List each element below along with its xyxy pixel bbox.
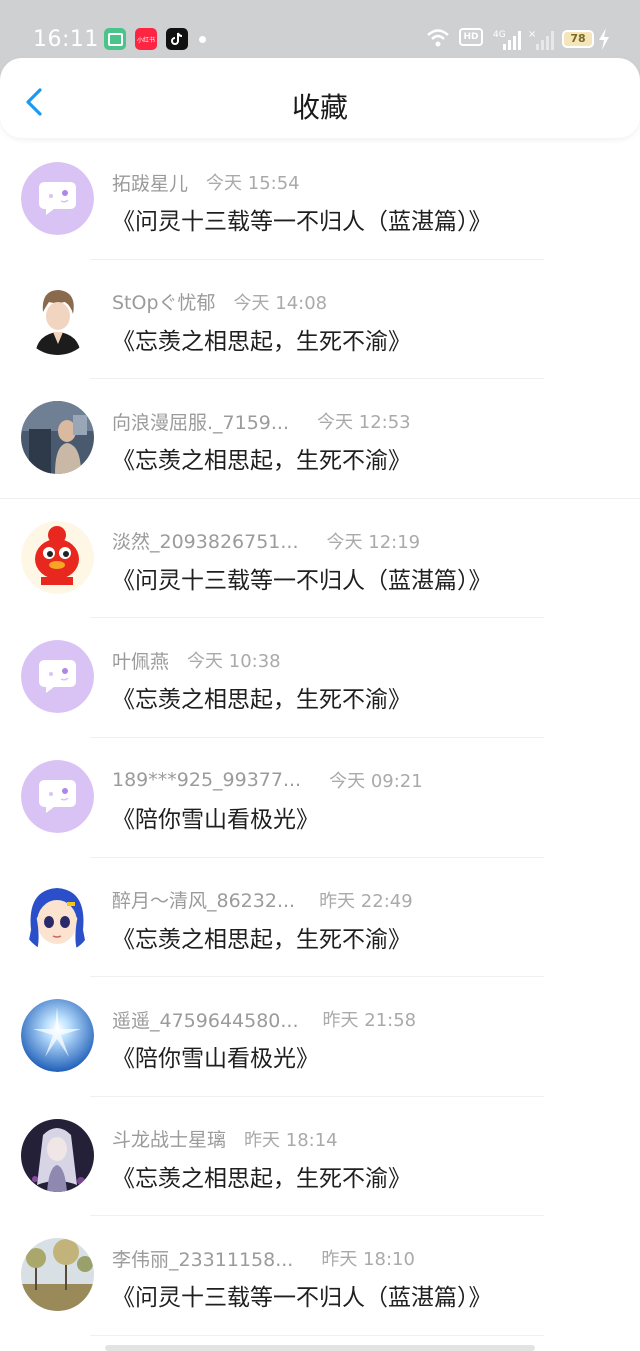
timestamp: 今天 10:38 bbox=[187, 651, 281, 673]
divider bbox=[90, 1334, 544, 1336]
status-time: 16:11 bbox=[33, 27, 99, 52]
favorites-screen: 16:11 小红书 HD 4G × 78 收藏 拓跋星儿 今天 15:54 《问… bbox=[0, 0, 640, 1351]
timestamp: 今天 12:19 bbox=[326, 531, 421, 553]
item-meta: 淡然_2093826751... 今天 12:19 bbox=[112, 528, 420, 554]
avatar[interactable] bbox=[21, 999, 94, 1073]
user-name: 叶佩燕 bbox=[112, 650, 170, 673]
wifi-icon bbox=[427, 29, 449, 47]
item-title: 《陪你雪山看极光》 bbox=[112, 806, 319, 833]
timestamp: 今天 15:54 bbox=[206, 173, 300, 194]
svg-text:×: × bbox=[528, 29, 536, 40]
timestamp: 昨天 18:10 bbox=[321, 1249, 415, 1271]
item-title: 《忘羡之相思起，生死不渝》 bbox=[112, 687, 411, 714]
avatar[interactable] bbox=[21, 759, 94, 833]
list-item[interactable]: 拓跋星儿 今天 15:54 《问灵十三载等一不归人（蓝湛篇）》 bbox=[0, 140, 640, 260]
list-item[interactable]: StOpぐ忧郁 今天 14:08 《忘羡之相思起，生死不渝》 bbox=[0, 260, 640, 380]
item-title: 《忘羡之相思起，生死不渝》 bbox=[112, 448, 411, 475]
user-name: 拓跋星儿 bbox=[112, 172, 189, 195]
timestamp: 昨天 21:58 bbox=[322, 1010, 417, 1032]
avatar[interactable] bbox=[21, 879, 94, 953]
avatar[interactable] bbox=[21, 162, 94, 235]
list-item[interactable]: 淡然_2093826751... 今天 12:19 《问灵十三载等一不归人（蓝湛… bbox=[0, 499, 640, 619]
list-item[interactable]: 189***925_99377... 今天 09:21 《陪你雪山看极光》 bbox=[0, 738, 640, 858]
item-title: 《忘羡之相思起，生死不渝》 bbox=[112, 926, 411, 953]
signal-4g-icon: 4G bbox=[493, 30, 521, 50]
list-item[interactable]: 向浪漫屈服._7159... 今天 12:53 《忘羡之相思起，生死不渝》 bbox=[0, 379, 640, 499]
timestamp: 昨天 18:14 bbox=[244, 1129, 338, 1151]
douyin-icon bbox=[166, 28, 188, 50]
charging-icon bbox=[599, 28, 609, 50]
app-notification-icon bbox=[104, 28, 126, 50]
avatar[interactable] bbox=[21, 640, 94, 714]
item-meta: 斗龙战士星璃 昨天 18:14 bbox=[112, 1126, 338, 1152]
avatar[interactable] bbox=[21, 520, 94, 594]
list-item[interactable]: 遥遥_4759644580... 昨天 21:58 《陪你雪山看极光》 bbox=[0, 977, 640, 1097]
user-name: 斗龙战士星璃 bbox=[112, 1129, 227, 1152]
timestamp: 今天 12:53 bbox=[317, 412, 411, 434]
item-meta: StOpぐ忧郁 今天 14:08 bbox=[112, 289, 327, 315]
more-notifications-dot bbox=[199, 36, 206, 43]
item-meta: 醉月～清风_86232... 昨天 22:49 bbox=[112, 887, 413, 913]
item-meta: 叶佩燕 今天 10:38 bbox=[112, 647, 281, 673]
timestamp: 昨天 22:49 bbox=[319, 890, 413, 912]
list-item[interactable]: 斗龙战士星璃 昨天 18:14 《忘羡之相思起，生死不渝》 bbox=[0, 1097, 640, 1217]
avatar[interactable] bbox=[21, 1118, 94, 1192]
user-name: 淡然_2093826751... bbox=[112, 531, 299, 554]
avatar[interactable] bbox=[21, 281, 94, 355]
item-title: 《问灵十三载等一不归人（蓝湛篇）》 bbox=[112, 209, 492, 235]
timestamp: 今天 09:21 bbox=[329, 770, 423, 792]
user-name: 189***925_99377... bbox=[112, 768, 302, 791]
list-item[interactable]: 醉月～清风_86232... 昨天 22:49 《忘羡之相思起，生死不渝》 bbox=[0, 858, 640, 978]
item-meta: 189***925_99377... 今天 09:21 bbox=[112, 767, 423, 793]
avatar[interactable] bbox=[21, 1238, 94, 1312]
xiaohongshu-icon: 小红书 bbox=[135, 28, 157, 50]
page-title: 收藏 bbox=[291, 91, 348, 124]
avatar[interactable] bbox=[21, 401, 94, 475]
list-item[interactable]: 叶佩燕 今天 10:38 《忘羡之相思起，生死不渝》 bbox=[0, 618, 640, 738]
item-meta: 遥遥_4759644580... 昨天 21:58 bbox=[112, 1006, 416, 1032]
battery-icon: 78 bbox=[562, 30, 594, 48]
user-name: 李伟丽_23311158... bbox=[112, 1248, 294, 1271]
user-name: 向浪漫屈服._7159... bbox=[112, 411, 290, 434]
signal-sim2-icon: × bbox=[528, 29, 554, 50]
list-item[interactable]: 李伟丽_23311158... 昨天 18:10 《问灵十三载等一不归人（蓝湛篇… bbox=[0, 1216, 640, 1336]
item-title: 《忘羡之相思起，生死不渝》 bbox=[112, 328, 411, 355]
hd-voice-icon: HD bbox=[459, 28, 483, 46]
item-meta: 李伟丽_23311158... 昨天 18:10 bbox=[112, 1245, 415, 1271]
bottom-toolbar-edge bbox=[105, 1345, 535, 1351]
item-meta: 向浪漫屈服._7159... 今天 12:53 bbox=[112, 408, 411, 434]
item-title: 《陪你雪山看极光》 bbox=[112, 1046, 319, 1073]
item-meta: 拓跋星儿 今天 15:54 bbox=[112, 169, 300, 195]
user-name: StOpぐ忧郁 bbox=[112, 292, 216, 315]
nav-header: 收藏 bbox=[0, 58, 640, 138]
timestamp: 今天 14:08 bbox=[233, 292, 328, 314]
item-title: 《忘羡之相思起，生死不渝》 bbox=[112, 1165, 411, 1192]
user-name: 遥遥_4759644580... bbox=[112, 1009, 299, 1032]
item-title: 《问灵十三载等一不归人（蓝湛篇）》 bbox=[112, 1285, 492, 1312]
user-name: 醉月～清风_86232... bbox=[112, 890, 296, 913]
favorites-list: 拓跋星儿 今天 15:54 《问灵十三载等一不归人（蓝湛篇）》 StOpぐ忧郁 … bbox=[0, 140, 640, 1336]
network-label: 4G bbox=[493, 30, 506, 40]
item-title: 《问灵十三载等一不归人（蓝湛篇）》 bbox=[112, 567, 492, 594]
